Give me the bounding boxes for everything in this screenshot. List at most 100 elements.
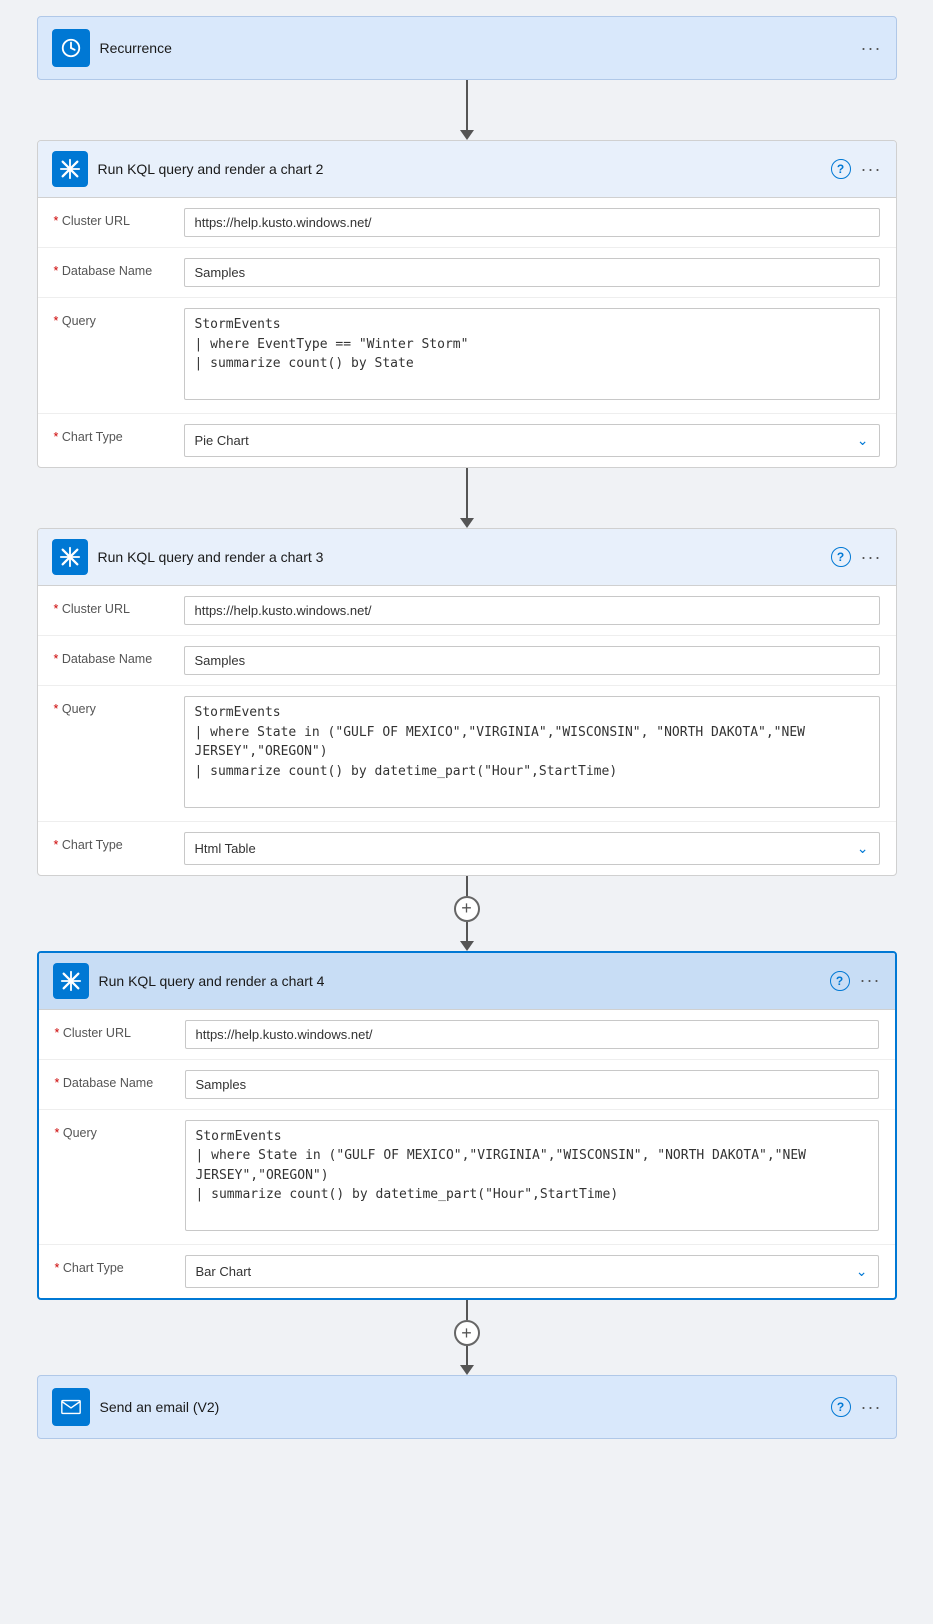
card-2-db-row: * Database Name [38,248,896,298]
card-4-query-value: StormEvents | where State in ("GULF OF M… [185,1120,879,1235]
connector-line-2 [466,468,468,518]
connector-arrow-4 [460,1365,474,1375]
card-3-help-button[interactable]: ? [831,547,851,567]
card-2-chart-label: * Chart Type [54,424,184,444]
card-4-db-label: * Database Name [55,1070,185,1090]
card-3-body: * Cluster URL * Database Name * Query [38,586,896,875]
add-step-button-4[interactable]: + [454,1320,480,1346]
card-3-actions: ? ··· [831,547,882,568]
card-2-query-value: StormEvents | where EventType == "Winter… [184,308,880,403]
card-4-body: * Cluster URL * Database Name * Query [39,1010,895,1299]
connector-line-4a [466,1300,468,1320]
card-2-cluster-url-value [184,208,880,237]
connector-line-1 [466,80,468,130]
card-4-title: Run KQL query and render a chart 4 [99,973,820,989]
connector-1 [460,80,474,140]
card-3-query-row: * Query StormEvents | where State in ("G… [38,686,896,822]
recurrence-icon [52,29,90,67]
card-3-chart-select[interactable]: Html Table ⌄ [184,832,880,865]
card-4-help-button[interactable]: ? [830,971,850,991]
card-3-query-label: * Query [54,696,184,716]
card-2-chevron-icon: ⌄ [857,432,869,449]
card-4-cluster-url-input[interactable] [185,1020,879,1049]
card-3-cluster-url-input[interactable] [184,596,880,625]
connector-arrow-3 [460,941,474,951]
card-4-db-row: * Database Name [39,1060,895,1110]
card-3-chart-select-text: Html Table [195,841,256,856]
card-2-header: Run KQL query and render a chart 2 ? ··· [38,141,896,198]
card-2-more-button[interactable]: ··· [861,159,882,180]
email-card-more-button[interactable]: ··· [861,1397,882,1418]
email-card-icon [52,1388,90,1426]
card-2-query-row: * Query StormEvents | where EventType ==… [38,298,896,414]
recurrence-actions: ··· [861,38,882,59]
card-3-chart-label: * Chart Type [54,832,184,852]
card-2-help-button[interactable]: ? [831,159,851,179]
connector-4: + [454,1300,480,1375]
card-4-chart-row: * Chart Type Bar Chart ⌄ [39,1245,895,1298]
email-card-actions: ? ··· [831,1397,882,1418]
connector-line-3a [466,876,468,896]
recurrence-title: Recurrence [100,40,851,56]
card-3-title: Run KQL query and render a chart 3 [98,549,821,565]
email-card-header: Send an email (V2) ? ··· [38,1376,896,1438]
recurrence-header: Recurrence ··· [38,17,896,79]
card-2-db-value [184,258,880,287]
card-3-cluster-url-row: * Cluster URL [38,586,896,636]
card-2-body: * Cluster URL * Database Name * Query [38,198,896,467]
card-2-db-label: * Database Name [54,258,184,278]
card-4-db-value [185,1070,879,1099]
card-2-chart-select[interactable]: Pie Chart ⌄ [184,424,880,457]
card-2-cluster-url-row: * Cluster URL [38,198,896,248]
email-card-help-button[interactable]: ? [831,1397,851,1417]
card-3-chart-row: * Chart Type Html Table ⌄ [38,822,896,875]
card-4-db-input[interactable] [185,1070,879,1099]
card-3-db-input[interactable] [184,646,880,675]
card-4-icon [53,963,89,999]
card-3-query-value: StormEvents | where State in ("GULF OF M… [184,696,880,811]
card-3-db-value [184,646,880,675]
card-4-header: Run KQL query and render a chart 4 ? ··· [39,953,895,1010]
connector-line-4b [466,1346,468,1365]
connector-2 [460,468,474,528]
card-3-chevron-icon: ⌄ [857,840,869,857]
card-2-query-input[interactable]: StormEvents | where EventType == "Winter… [184,308,880,400]
card-4-chevron-icon: ⌄ [856,1263,868,1280]
connector-3: + [454,876,480,951]
email-card: Send an email (V2) ? ··· [37,1375,897,1439]
card-3-db-row: * Database Name [38,636,896,686]
recurrence-more-button[interactable]: ··· [861,38,882,59]
card-2-icon [52,151,88,187]
card-4-actions: ? ··· [830,970,881,991]
card-4-chart-value: Bar Chart ⌄ [185,1255,879,1288]
card-3-more-button[interactable]: ··· [861,547,882,568]
card-3-header: Run KQL query and render a chart 3 ? ··· [38,529,896,586]
card-4-chart-select[interactable]: Bar Chart ⌄ [185,1255,879,1288]
card-3-db-label: * Database Name [54,646,184,666]
card-3-cluster-url-value [184,596,880,625]
email-card-title: Send an email (V2) [100,1399,821,1415]
card-2-db-input[interactable] [184,258,880,287]
card-2-cluster-url-input[interactable] [184,208,880,237]
card-2-chart-select-text: Pie Chart [195,433,249,448]
card-4-cluster-url-label: * Cluster URL [55,1020,185,1040]
connector-arrow-2 [460,518,474,528]
card-3-cluster-url-label: * Cluster URL [54,596,184,616]
card-2-chart-row: * Chart Type Pie Chart ⌄ [38,414,896,467]
card-3-query-input[interactable]: StormEvents | where State in ("GULF OF M… [184,696,880,808]
card-2-actions: ? ··· [831,159,882,180]
card-2-chart-value: Pie Chart ⌄ [184,424,880,457]
card-4-more-button[interactable]: ··· [860,970,881,991]
card-2-cluster-url-label: * Cluster URL [54,208,184,228]
card-3-chart-value: Html Table ⌄ [184,832,880,865]
recurrence-card: Recurrence ··· [37,16,897,80]
card-4-chart-select-text: Bar Chart [196,1264,252,1279]
card-4-query-input[interactable]: StormEvents | where State in ("GULF OF M… [185,1120,879,1232]
card-4-query-row: * Query StormEvents | where State in ("G… [39,1110,895,1246]
card-3: Run KQL query and render a chart 3 ? ···… [37,528,897,876]
card-2-query-label: * Query [54,308,184,328]
card-3-icon [52,539,88,575]
card-4-cluster-url-value [185,1020,879,1049]
add-step-button-3[interactable]: + [454,896,480,922]
card-4-chart-label: * Chart Type [55,1255,185,1275]
